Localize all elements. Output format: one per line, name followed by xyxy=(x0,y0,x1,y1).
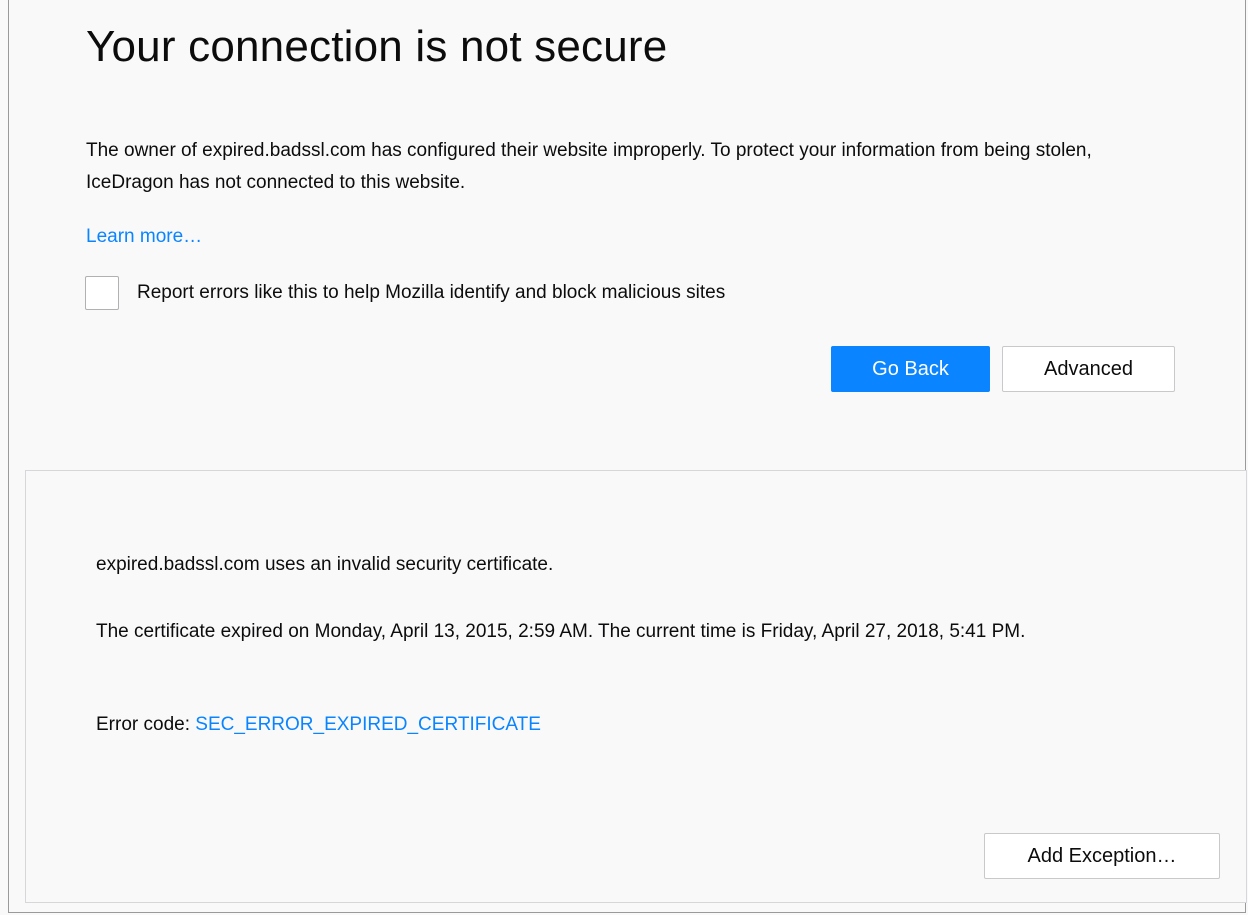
page-title: Your connection is not secure xyxy=(86,22,668,71)
report-errors-label[interactable]: Report errors like this to help Mozilla … xyxy=(137,282,725,304)
error-page: Your connection is not secure The owner … xyxy=(8,0,1247,913)
certificate-expiry-text: The certificate expired on Monday, April… xyxy=(96,621,1026,642)
go-back-button[interactable]: Go Back xyxy=(831,346,990,392)
advanced-panel: expired.badssl.com uses an invalid secur… xyxy=(25,470,1247,903)
invalid-certificate-text: expired.badssl.com uses an invalid secur… xyxy=(96,554,554,575)
add-exception-button[interactable]: Add Exception… xyxy=(984,833,1220,879)
report-errors-checkbox[interactable] xyxy=(85,276,119,310)
learn-more-link[interactable]: Learn more… xyxy=(86,226,202,248)
report-errors-row[interactable]: Report errors like this to help Mozilla … xyxy=(85,276,725,310)
advanced-button[interactable]: Advanced xyxy=(1002,346,1175,392)
error-code-prefix: Error code: xyxy=(96,714,196,735)
error-code-line: Error code: SEC_ERROR_EXPIRED_CERTIFICAT… xyxy=(96,709,541,741)
error-code-link[interactable]: SEC_ERROR_EXPIRED_CERTIFICATE xyxy=(195,714,541,735)
error-description: The owner of expired.badssl.com has conf… xyxy=(86,140,1092,193)
